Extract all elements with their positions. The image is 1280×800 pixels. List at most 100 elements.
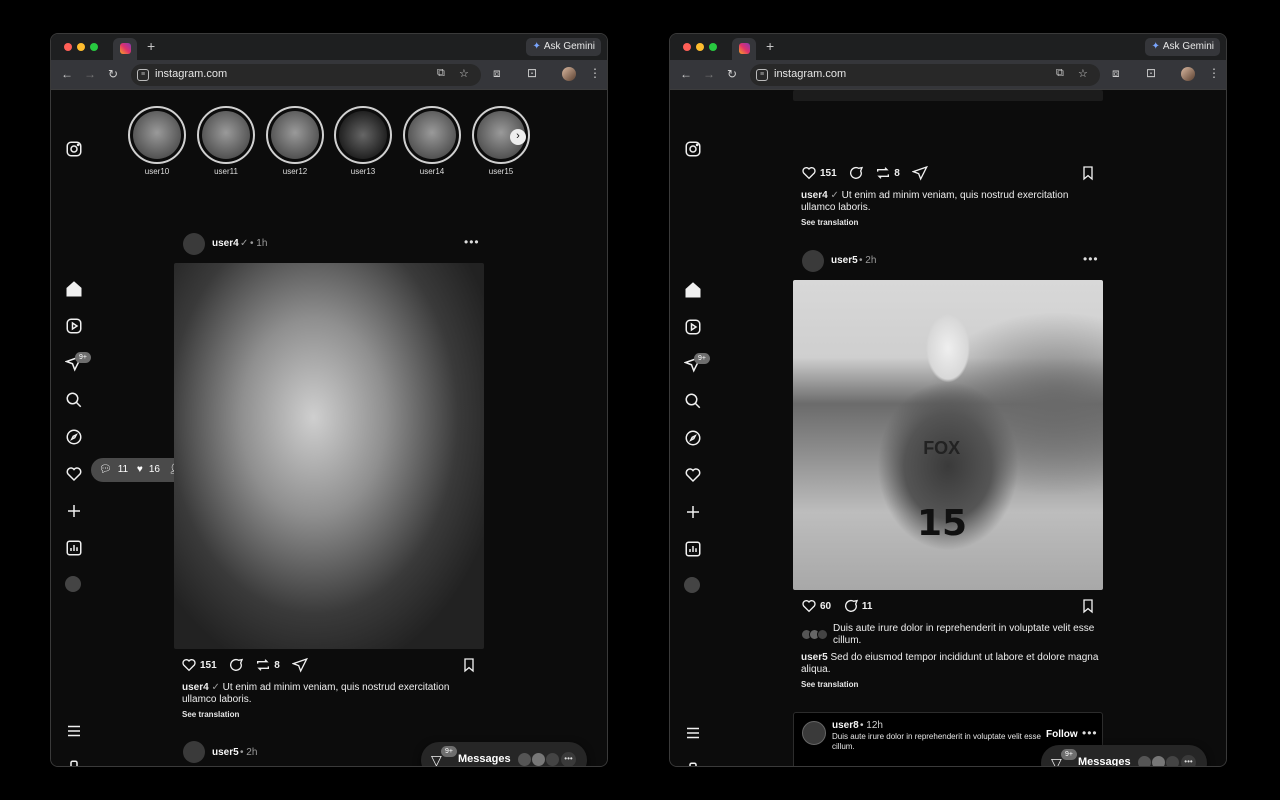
post-avatar[interactable] <box>183 741 205 763</box>
story-item[interactable]: user14 <box>403 106 461 176</box>
extensions-icon[interactable]: ⧈ <box>493 66 501 81</box>
post-more-options-icon[interactable]: ••• <box>1082 726 1098 740</box>
forward-icon[interactable]: → <box>84 67 96 81</box>
messages-dock[interactable]: ▽ 9+ Messages ••• <box>1041 745 1207 766</box>
minimize-window-button[interactable] <box>696 43 704 51</box>
see-translation-link[interactable]: See translation <box>801 218 858 227</box>
minimize-window-button[interactable] <box>77 43 85 51</box>
share-icon[interactable] <box>910 165 928 181</box>
follow-button[interactable]: Follow <box>1046 729 1078 740</box>
comment-icon[interactable] <box>848 165 864 181</box>
maximize-window-button[interactable] <box>90 43 98 51</box>
reels-icon[interactable] <box>684 318 702 336</box>
new-tab-button[interactable]: + <box>147 38 155 54</box>
messages-dock[interactable]: ▽ 9+ Messages ••• <box>421 742 587 766</box>
menu-kebab-icon[interactable]: ⋮ <box>589 66 601 80</box>
home-icon[interactable] <box>65 280 83 298</box>
close-window-button[interactable] <box>64 43 72 51</box>
home-icon[interactable] <box>684 281 702 299</box>
reload-icon[interactable]: ↻ <box>727 67 737 81</box>
tab-instagram[interactable] <box>732 38 756 60</box>
post-avatar[interactable] <box>802 721 826 745</box>
like-heart-icon[interactable] <box>801 598 817 614</box>
ask-gemini-button[interactable]: ✦ Ask Gemini <box>1145 38 1220 56</box>
caption-username[interactable]: user5 <box>801 652 828 663</box>
more-menu-icon[interactable] <box>65 722 83 740</box>
repost-icon[interactable] <box>255 657 271 673</box>
menu-kebab-icon[interactable]: ⋮ <box>1208 66 1220 80</box>
explore-compass-icon[interactable] <box>65 428 83 446</box>
instagram-logo-icon[interactable] <box>684 140 702 158</box>
address-bar[interactable]: ≡ instagram.com ⧉ ☆ <box>131 64 481 86</box>
story-item[interactable]: user13 <box>334 106 392 176</box>
post-more-options-icon[interactable]: ••• <box>464 235 480 249</box>
stories-next-chevron-icon[interactable]: › <box>510 129 526 145</box>
like-heart-icon[interactable] <box>181 657 197 673</box>
liked-by-facepile[interactable] <box>801 629 831 641</box>
forward-icon[interactable]: → <box>703 67 715 81</box>
back-icon[interactable]: ← <box>680 67 692 81</box>
profile-avatar-small[interactable] <box>65 576 83 594</box>
profile-avatar-small[interactable] <box>684 577 702 595</box>
post-image[interactable]: FOX 15 <box>793 280 1103 590</box>
reels-icon[interactable] <box>65 317 83 335</box>
post-username[interactable]: user5 <box>212 747 239 758</box>
save-bookmark-icon[interactable] <box>461 657 477 673</box>
share-icon[interactable] <box>290 657 308 673</box>
caption-username[interactable]: user4 <box>801 190 828 201</box>
notifications-heart-icon[interactable] <box>65 465 83 483</box>
post-avatar[interactable] <box>183 233 205 255</box>
see-translation-link[interactable]: See translation <box>182 710 239 719</box>
save-bookmark-icon[interactable] <box>1080 598 1096 614</box>
also-from-meta-icon[interactable] <box>684 761 702 766</box>
reload-icon[interactable]: ↻ <box>108 67 118 81</box>
story-item[interactable]: user10 <box>128 106 186 176</box>
create-plus-icon[interactable] <box>684 503 702 521</box>
close-window-button[interactable] <box>683 43 691 51</box>
save-bookmark-icon[interactable] <box>1080 165 1096 181</box>
post-image[interactable] <box>793 90 1103 101</box>
site-settings-icon[interactable]: ≡ <box>137 69 149 81</box>
dashboard-icon[interactable] <box>65 539 83 557</box>
bookmark-star-icon[interactable]: ☆ <box>1078 67 1088 80</box>
profile-avatar[interactable] <box>1181 67 1195 81</box>
instagram-logo-icon[interactable] <box>65 140 83 158</box>
cast-icon[interactable]: ⧉ <box>1056 67 1064 80</box>
ask-gemini-button[interactable]: ✦ Ask Gemini <box>526 38 601 56</box>
maximize-window-button[interactable] <box>709 43 717 51</box>
back-icon[interactable]: ← <box>61 67 73 81</box>
reading-list-icon[interactable]: ⊡ <box>1146 66 1156 80</box>
post-image[interactable] <box>174 263 484 649</box>
extensions-icon[interactable]: ⧈ <box>1112 66 1120 81</box>
caption-username[interactable]: user4 <box>182 682 209 693</box>
post-username[interactable]: user4 <box>212 238 239 249</box>
create-plus-icon[interactable] <box>65 502 83 520</box>
site-settings-icon[interactable]: ≡ <box>756 69 768 81</box>
notifications-heart-icon[interactable] <box>684 466 702 484</box>
comment-icon[interactable] <box>843 598 859 614</box>
reading-list-icon[interactable]: ⊡ <box>527 66 537 80</box>
story-item[interactable]: user12 <box>266 106 324 176</box>
cast-icon[interactable]: ⧉ <box>437 67 445 80</box>
address-bar[interactable]: ≡ instagram.com ⧉ ☆ <box>750 64 1100 86</box>
tab-instagram[interactable] <box>113 38 137 60</box>
dashboard-icon[interactable] <box>684 540 702 558</box>
like-heart-icon[interactable] <box>801 165 817 181</box>
new-tab-button[interactable]: + <box>766 38 774 54</box>
see-translation-link[interactable]: See translation <box>801 680 858 689</box>
also-from-meta-icon[interactable] <box>65 759 83 766</box>
explore-compass-icon[interactable] <box>684 429 702 447</box>
more-menu-icon[interactable] <box>684 724 702 742</box>
search-icon[interactable] <box>65 391 83 409</box>
post-username[interactable]: user5 <box>831 255 858 266</box>
post-more-options-icon[interactable]: ••• <box>1083 252 1099 266</box>
post-username[interactable]: user8 <box>832 720 859 731</box>
comment-icon[interactable] <box>228 657 244 673</box>
repost-icon[interactable] <box>875 165 891 181</box>
story-item[interactable]: user11 <box>197 106 255 176</box>
caption-text: Ut enim ad minim veniam, quis nostrud ex… <box>182 682 450 705</box>
post-avatar[interactable] <box>802 250 824 272</box>
search-icon[interactable] <box>684 392 702 410</box>
bookmark-star-icon[interactable]: ☆ <box>459 67 469 80</box>
profile-avatar[interactable] <box>562 67 576 81</box>
